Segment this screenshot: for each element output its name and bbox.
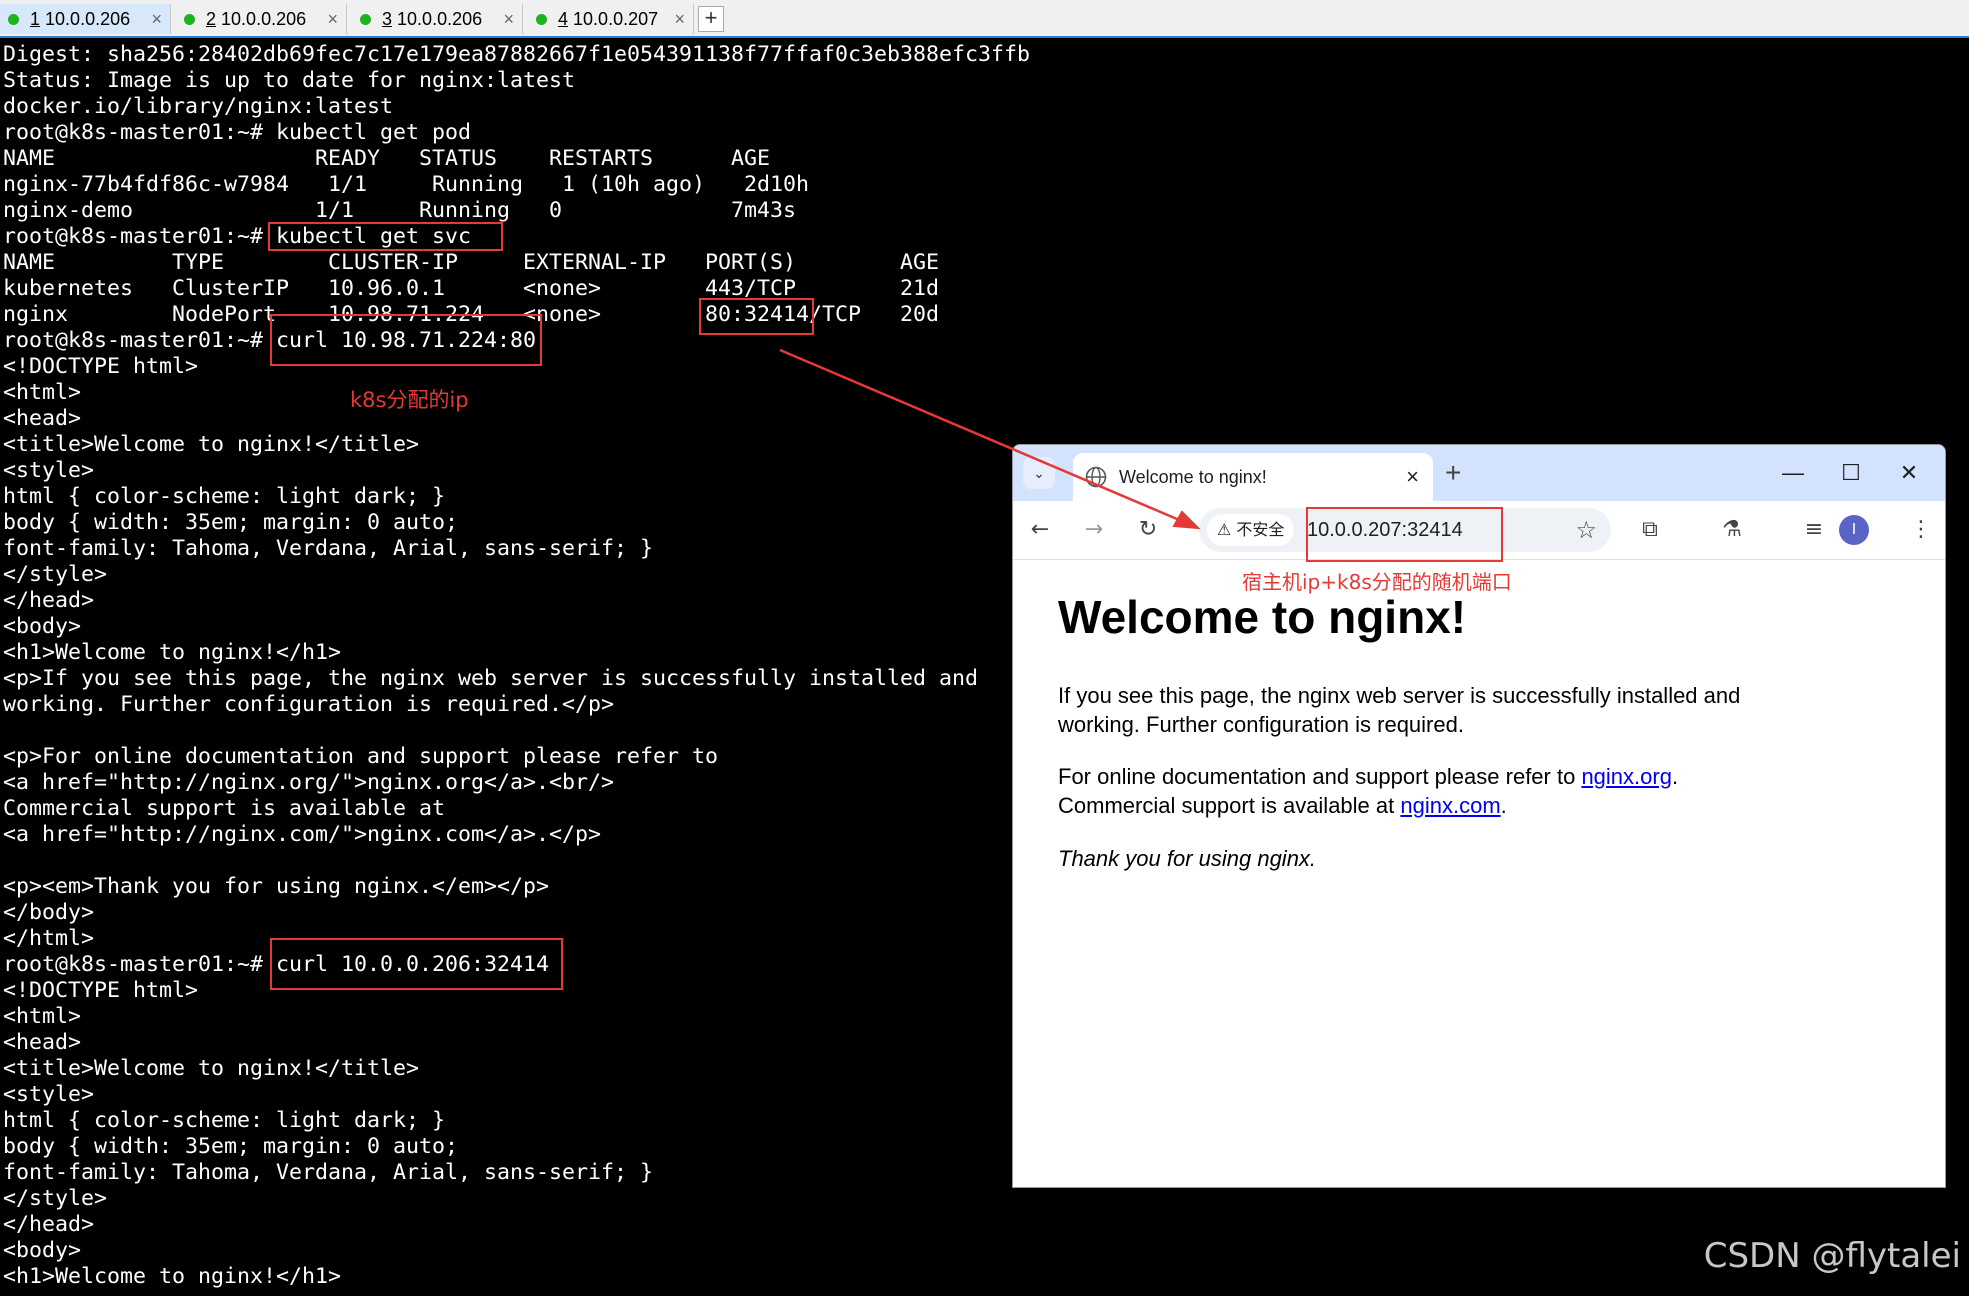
- terminal-line: <body>: [3, 1238, 82, 1263]
- terminal-line: root@k8s-master01:~# kubectl get pod: [3, 120, 472, 145]
- terminal-lines: Digest: sha256:28402db69fec7c17e179ea878…: [3, 42, 1030, 1290]
- highlight-curl-cluster-ip: [270, 314, 542, 366]
- terminal-line: font-family: Tahoma, Verdana, Arial, san…: [3, 1160, 654, 1185]
- terminal-line: kubernetes ClusterIP 10.96.0.1 <none> 44…: [3, 276, 940, 301]
- terminal-line: <body>: [3, 614, 82, 639]
- highlight-kubectl-get-svc: [268, 222, 503, 251]
- new-tab-button[interactable]: +: [1445, 457, 1461, 489]
- terminal-line: <p><em>Thank you for using nginx.</em></…: [3, 874, 550, 899]
- connected-status-icon: [360, 14, 371, 25]
- terminal-line: Commercial support is available at: [3, 796, 446, 821]
- connected-status-icon: [8, 14, 19, 25]
- terminal-line: <head>: [3, 1030, 82, 1055]
- session-tab-3[interactable]: 3 10.0.0.206 ×: [352, 4, 523, 34]
- terminal-line: <title>Welcome to nginx!</title>: [3, 1056, 420, 1081]
- session-tab-label: 1 10.0.0.206: [30, 9, 131, 29]
- browser-tab-title: Welcome to nginx!: [1119, 467, 1267, 487]
- close-tab-icon[interactable]: ×: [151, 4, 162, 34]
- session-tab-2[interactable]: 2 10.0.0.206 ×: [176, 4, 347, 34]
- reload-icon[interactable]: ↻: [1133, 515, 1163, 545]
- terminal-line: <p>If you see this page, the nginx web s…: [3, 666, 979, 691]
- new-session-button[interactable]: +: [698, 6, 724, 32]
- annotation-host-port: 宿主机ip+k8s分配的随机端口: [1242, 570, 1512, 594]
- connected-status-icon: [184, 14, 195, 25]
- terminal-line: <html>: [3, 1004, 82, 1029]
- extensions-icon[interactable]: ⧉: [1635, 515, 1665, 545]
- globe-icon: [1085, 466, 1107, 488]
- security-indicator[interactable]: ⚠ 不安全: [1207, 514, 1295, 546]
- profile-avatar[interactable]: I: [1839, 515, 1869, 545]
- terminal-line: </style>: [3, 1186, 108, 1211]
- terminal-line: <a href="http://nginx.com/">nginx.com</a…: [3, 822, 602, 847]
- terminal-line: <a href="http://nginx.org/">nginx.org</a…: [3, 770, 615, 795]
- page-heading: Welcome to nginx!: [1058, 591, 1467, 643]
- terminal-line: font-family: Tahoma, Verdana, Arial, san…: [3, 536, 654, 561]
- terminal-line: <html>: [3, 380, 82, 405]
- close-tab-icon[interactable]: ×: [674, 4, 685, 34]
- terminal-line: body { width: 35em; margin: 0 auto;: [3, 1134, 459, 1159]
- browser-page-content: Welcome to nginx! If you see this page, …: [1013, 560, 1945, 1187]
- highlight-node-port: [699, 298, 814, 335]
- terminal-line: <p>For online documentation and support …: [3, 744, 719, 769]
- session-tab-label: 2 10.0.0.206: [206, 9, 307, 29]
- close-tab-icon[interactable]: ×: [503, 4, 514, 34]
- terminal-line: working. Further configuration is requir…: [3, 692, 615, 717]
- back-arrow-icon[interactable]: ←: [1025, 515, 1055, 545]
- close-tab-icon[interactable]: ×: [1406, 453, 1419, 501]
- terminal-line: <style>: [3, 458, 95, 483]
- session-tab-label: 3 10.0.0.206: [382, 9, 483, 29]
- nginx-com-link[interactable]: nginx.com: [1400, 793, 1500, 818]
- page-intro-paragraph: If you see this page, the nginx web serv…: [1058, 683, 1741, 737]
- browser-tab-nginx[interactable]: Welcome to nginx! ×: [1073, 453, 1433, 501]
- watermark: CSDN @flytalei: [1703, 1236, 1961, 1276]
- annotation-k8s-ip: k8s分配的ip: [350, 388, 469, 412]
- page-docs-paragraph: For online documentation and support ple…: [1058, 764, 1679, 818]
- menu-kebab-icon[interactable]: ⋮: [1906, 515, 1936, 545]
- terminal-line: html { color-scheme: light dark; }: [3, 484, 446, 509]
- terminal-line: </style>: [3, 562, 108, 587]
- page-thanks-paragraph: Thank you for using nginx.: [1058, 846, 1317, 871]
- terminal-line: </head>: [3, 1212, 95, 1237]
- terminal-line: Digest: sha256:28402db69fec7c17e179ea878…: [3, 42, 1031, 67]
- terminal-line: <h1>Welcome to nginx!</h1>: [3, 1264, 342, 1289]
- nginx-org-link[interactable]: nginx.org: [1581, 764, 1672, 789]
- session-tab-label: 4 10.0.0.207: [558, 9, 659, 29]
- terminal-line: NAME TYPE CLUSTER-IP EXTERNAL-IP PORT(S)…: [3, 250, 940, 275]
- close-window-button[interactable]: ✕: [1889, 455, 1929, 491]
- terminal-line: body { width: 35em; margin: 0 auto;: [3, 510, 459, 535]
- terminal-line: docker.io/library/nginx:latest: [3, 94, 394, 119]
- tab-search-button[interactable]: ⌄: [1023, 457, 1055, 489]
- terminal-tab-bar: 1 10.0.0.206 × 2 10.0.0.206 × 3 10.0.0.2…: [0, 0, 1969, 38]
- minimize-button[interactable]: —: [1773, 455, 1813, 491]
- terminal-line: Status: Image is up to date for nginx:la…: [3, 68, 576, 93]
- terminal-line: nginx-demo 1/1 Running 0 7m43s: [3, 198, 797, 223]
- forward-arrow-icon[interactable]: →: [1079, 515, 1109, 545]
- connected-status-icon: [536, 14, 547, 25]
- terminal-line: nginx-77b4fdf86c-w7984 1/1 Running 1 (10…: [3, 172, 810, 197]
- terminal-line: </body>: [3, 900, 95, 925]
- maximize-button[interactable]: ☐: [1831, 455, 1871, 491]
- terminal-line: NAME READY STATUS RESTARTS AGE: [3, 146, 771, 171]
- media-controls-icon[interactable]: ≡: [1799, 515, 1829, 545]
- terminal-line: html { color-scheme: light dark; }: [3, 1108, 446, 1133]
- session-tab-4[interactable]: 4 10.0.0.207 ×: [528, 4, 694, 34]
- highlight-curl-host-port: [270, 938, 563, 990]
- terminal-line: <head>: [3, 406, 82, 431]
- close-tab-icon[interactable]: ×: [327, 4, 338, 34]
- terminal-line: <title>Welcome to nginx!</title>: [3, 432, 420, 457]
- labs-flask-icon[interactable]: ⚗: [1717, 515, 1747, 545]
- terminal-line: <style>: [3, 1082, 95, 1107]
- terminal-line: root@k8s-master01:~# kubectl get svc: [3, 224, 472, 249]
- highlight-browser-url: [1306, 507, 1503, 562]
- bookmark-star-icon[interactable]: ☆: [1575, 508, 1597, 552]
- terminal-line: <h1>Welcome to nginx!</h1>: [3, 640, 342, 665]
- browser-tab-strip: ⌄ Welcome to nginx! × + — ☐ ✕: [1013, 445, 1945, 501]
- session-tab-1[interactable]: 1 10.0.0.206 ×: [0, 4, 171, 34]
- terminal-line: </head>: [3, 588, 95, 613]
